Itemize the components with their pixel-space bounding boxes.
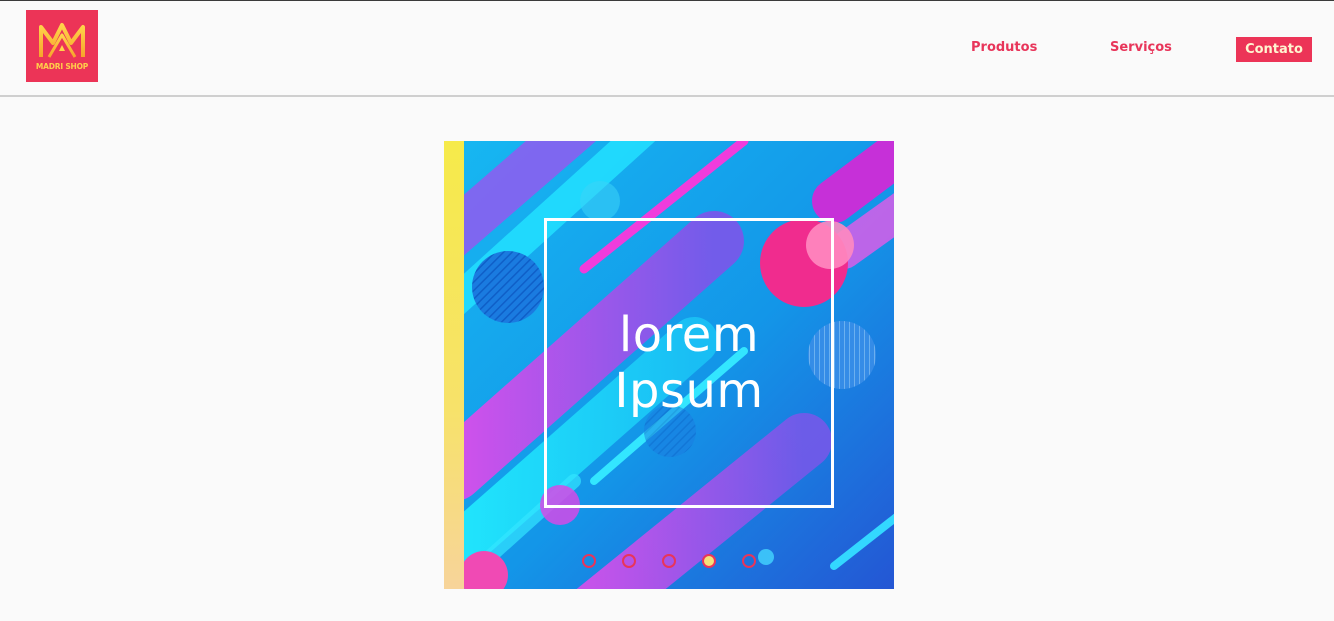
slide-heading-line1: lorem bbox=[618, 307, 760, 363]
carousel-dot-1[interactable] bbox=[582, 554, 596, 568]
nav-contato-button[interactable]: Contato bbox=[1236, 37, 1312, 62]
slide-heading-line2: Ipsum bbox=[614, 363, 764, 419]
slide-text-frame: lorem Ipsum bbox=[544, 218, 834, 508]
carousel-dot-4[interactable] bbox=[702, 554, 716, 568]
carousel-dot-5[interactable] bbox=[742, 554, 756, 568]
brand-logo[interactable]: MADRI SHOP bbox=[26, 10, 98, 82]
carousel-dot-2[interactable] bbox=[622, 554, 636, 568]
nav-produtos[interactable]: Produtos bbox=[971, 40, 1037, 55]
carousel-dots bbox=[582, 554, 756, 568]
carousel-dot-3[interactable] bbox=[662, 554, 676, 568]
crown-logo-icon bbox=[39, 23, 85, 58]
nav-servicos[interactable]: Serviços bbox=[1110, 40, 1172, 55]
brand-name: MADRI SHOP bbox=[35, 62, 89, 71]
site-header: MADRI SHOP Produtos Serviços Contato bbox=[0, 1, 1334, 97]
hero-carousel[interactable]: lorem Ipsum bbox=[444, 141, 894, 589]
